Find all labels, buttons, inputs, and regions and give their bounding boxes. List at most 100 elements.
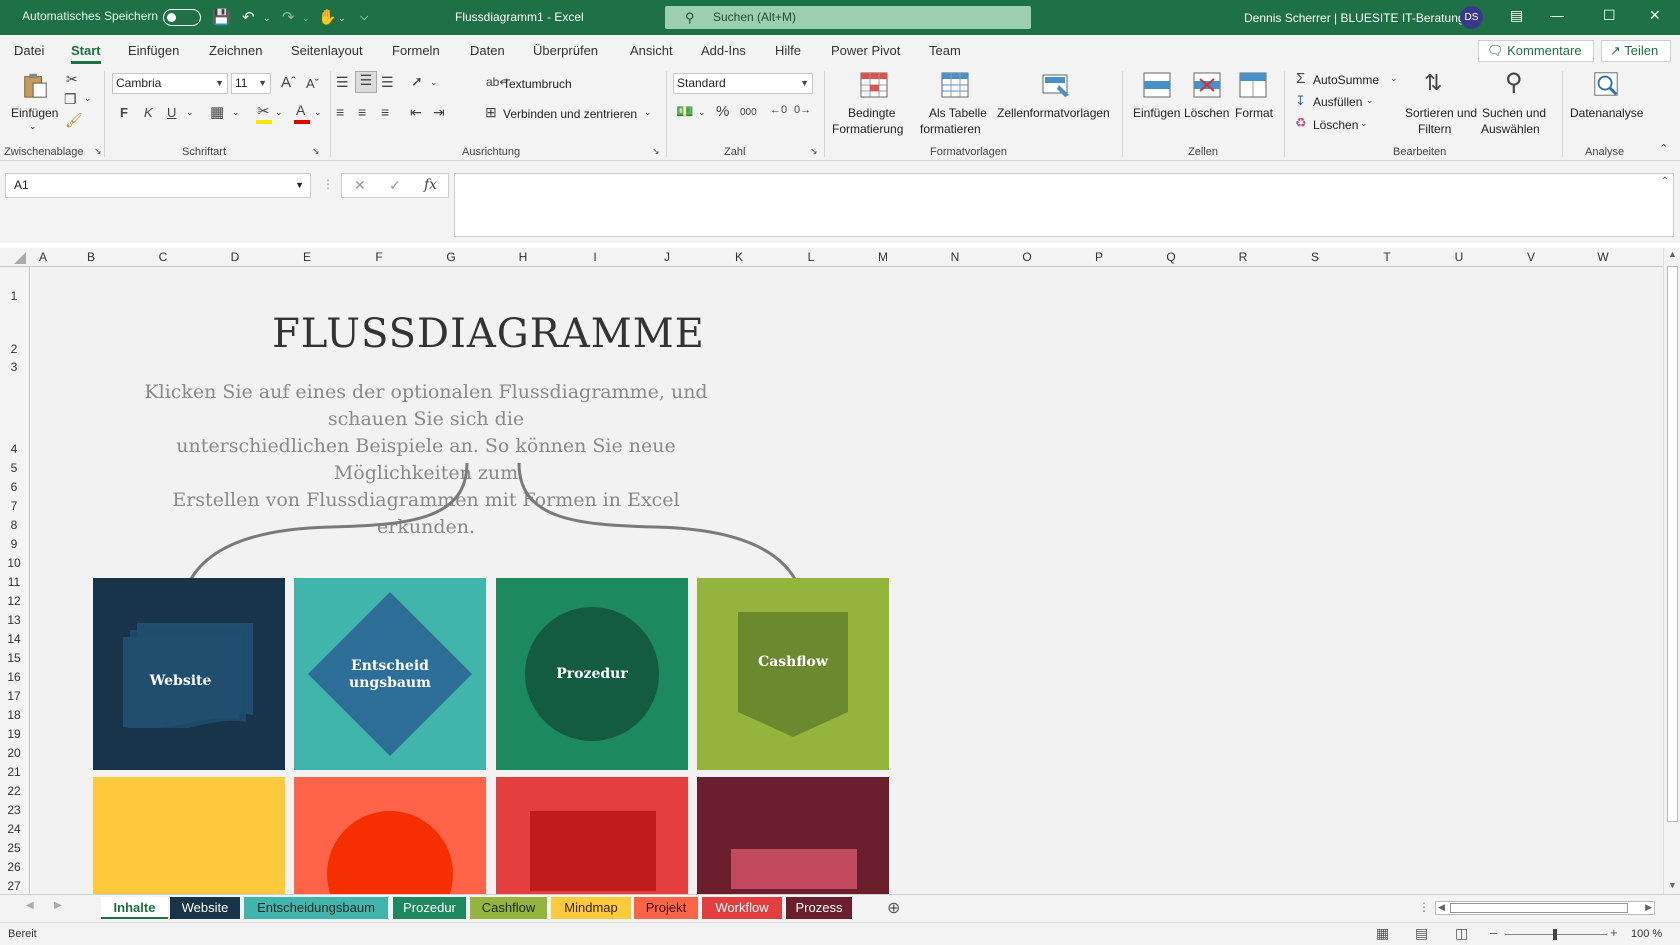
ribbon-display-icon[interactable]: ▤: [1510, 7, 1523, 24]
save-icon[interactable]: 💾: [212, 8, 231, 26]
column-header[interactable]: W: [1567, 250, 1639, 264]
border-dropdown-icon[interactable]: ⌄: [232, 107, 240, 118]
decrease-decimal-icon[interactable]: 0→: [794, 104, 811, 116]
scroll-down-icon[interactable]: ▼: [1668, 880, 1677, 890]
confirm-entry-icon[interactable]: ✓: [389, 177, 401, 194]
horizontal-scrollbar[interactable]: ◀ ▶: [1435, 901, 1655, 915]
clear-button[interactable]: Löschen: [1313, 118, 1358, 132]
orientation-icon[interactable]: ➚: [411, 73, 423, 90]
tab-zeichnen[interactable]: Zeichnen: [209, 43, 262, 58]
clipboard-launcher-icon[interactable]: ↘: [94, 146, 102, 157]
row-header[interactable]: 24: [0, 822, 28, 836]
sheet-tab-projekt[interactable]: Projekt: [634, 897, 698, 919]
expand-formula-icon[interactable]: ⌃: [1661, 176, 1669, 187]
undo-icon[interactable]: ↶: [242, 8, 255, 26]
column-header[interactable]: A: [31, 250, 55, 264]
redo-dropdown-icon[interactable]: ⌄: [302, 13, 310, 24]
row-header[interactable]: 15: [0, 651, 28, 665]
number-format-combo[interactable]: Standard ▼: [673, 73, 813, 94]
column-header[interactable]: J: [631, 250, 703, 264]
align-left-icon[interactable]: ≡: [336, 104, 344, 120]
italic-button[interactable]: K: [144, 105, 153, 120]
sheet-tab-website[interactable]: Website: [170, 897, 240, 919]
font-size-combo[interactable]: 11 ▼: [231, 73, 271, 94]
select-all-icon[interactable]: [14, 252, 26, 264]
row-header[interactable]: 17: [0, 689, 28, 703]
autosum-button[interactable]: AutoSumme: [1313, 73, 1379, 87]
column-header[interactable]: G: [415, 250, 487, 264]
tab-datei[interactable]: Datei: [14, 43, 44, 58]
column-header[interactable]: E: [271, 250, 343, 264]
name-box[interactable]: A1 ▼: [5, 173, 311, 198]
scroll-up-icon[interactable]: ▲: [1668, 249, 1677, 259]
cut-icon[interactable]: ✂: [66, 71, 78, 88]
comments-button[interactable]: 🗨 Kommentare: [1478, 40, 1594, 62]
page-break-view-icon[interactable]: ◫: [1455, 925, 1468, 942]
tab-ueberpruefen[interactable]: Überprüfen: [533, 43, 598, 58]
font-launcher-icon[interactable]: ↘: [312, 146, 320, 157]
fill-color-icon[interactable]: ✂: [257, 102, 270, 120]
underline-button[interactable]: U: [167, 105, 176, 120]
row-header[interactable]: 7: [0, 499, 28, 513]
tile-projekt[interactable]: [294, 777, 486, 894]
sheet-tab-cashflow[interactable]: Cashflow: [470, 897, 547, 919]
increase-decimal-icon[interactable]: ←0: [770, 104, 787, 116]
alignment-launcher-icon[interactable]: ↘: [652, 146, 660, 157]
avatar[interactable]: DS: [1460, 6, 1483, 29]
row-header[interactable]: 14: [0, 632, 28, 646]
sheet-tab-inhalte[interactable]: Inhalte: [101, 897, 168, 919]
tile-workflow[interactable]: [496, 777, 688, 894]
formula-input[interactable]: ⌃: [454, 173, 1674, 237]
align-top-icon[interactable]: ☰: [336, 74, 349, 91]
row-header[interactable]: 13: [0, 613, 28, 627]
redo-icon[interactable]: ↷: [282, 8, 295, 26]
tile-cashflow[interactable]: Cashflow: [697, 578, 889, 770]
increase-font-icon[interactable]: Aˆ: [281, 74, 296, 91]
worksheet[interactable]: FLUSSDIAGRAMME Klicken Sie auf eines der…: [31, 267, 1664, 894]
column-header[interactable]: P: [1063, 250, 1135, 264]
row-header[interactable]: 22: [0, 784, 28, 798]
customize-qat-icon[interactable]: ⌵: [360, 11, 368, 24]
column-header[interactable]: L: [775, 250, 847, 264]
row-header[interactable]: 19: [0, 727, 28, 741]
row-header[interactable]: 12: [0, 594, 28, 608]
fill-dropdown-icon[interactable]: ⌄: [1366, 95, 1374, 106]
sheet-tab-entscheidungsbaum[interactable]: Entscheidungsbaum: [244, 897, 388, 919]
font-color-icon[interactable]: A: [296, 102, 305, 118]
merge-center-button[interactable]: Verbinden und zentrieren: [503, 107, 637, 121]
underline-dropdown-icon[interactable]: ⌄: [186, 107, 194, 118]
format-painter-icon[interactable]: 🖌: [65, 112, 83, 129]
column-header[interactable]: K: [703, 250, 775, 264]
scrollbar-thumb[interactable]: [1450, 903, 1628, 913]
tab-formeln[interactable]: Formeln: [392, 43, 440, 58]
tile-entscheidungsbaum[interactable]: Entscheid ungsbaum: [294, 578, 486, 770]
zoom-level[interactable]: 100 %: [1631, 928, 1662, 940]
row-header[interactable]: 20: [0, 746, 28, 760]
tab-add-ins[interactable]: Add-Ins: [701, 43, 746, 58]
sheet-tab-prozedur[interactable]: Prozedur: [393, 897, 466, 919]
border-icon[interactable]: ▦: [210, 103, 224, 121]
tile-website[interactable]: Website: [93, 578, 285, 770]
cancel-entry-icon[interactable]: ✕: [354, 177, 366, 194]
tab-power-pivot[interactable]: Power Pivot: [831, 43, 900, 58]
zoom-out-icon[interactable]: –: [1490, 925, 1497, 940]
scroll-right-icon[interactable]: ▶: [1645, 902, 1652, 913]
tab-einfuegen[interactable]: Einfügen: [128, 43, 179, 58]
autosave-toggle[interactable]: [163, 9, 201, 26]
column-header[interactable]: F: [343, 250, 415, 264]
sheet-tab-workflow[interactable]: Workflow: [702, 897, 782, 919]
row-header[interactable]: 21: [0, 765, 28, 779]
row-header[interactable]: 27: [0, 879, 28, 893]
insert-function-icon[interactable]: fx: [424, 177, 437, 193]
row-header[interactable]: 9: [0, 537, 28, 551]
percent-button[interactable]: %: [716, 103, 729, 120]
touch-mode-icon[interactable]: ✋: [318, 8, 337, 26]
tile-prozedur[interactable]: Prozedur: [496, 578, 688, 770]
decrease-font-icon[interactable]: Aˇ: [306, 76, 319, 91]
thousands-button[interactable]: 000: [740, 107, 757, 118]
decrease-indent-icon[interactable]: ⇤: [410, 104, 422, 121]
orientation-dropdown-icon[interactable]: ⌄: [430, 77, 438, 88]
row-header[interactable]: 11: [0, 575, 28, 589]
column-header[interactable]: O: [991, 250, 1063, 264]
sheet-tab-prozess[interactable]: Prozess: [786, 897, 852, 919]
